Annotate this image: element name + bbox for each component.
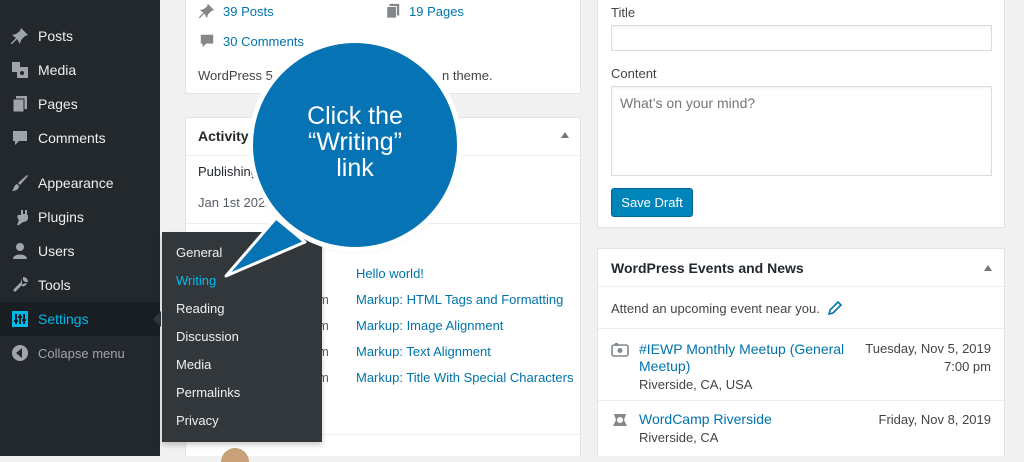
callout-line: “Writing” [308,128,402,156]
callout-text: Click the “Writing” link [280,103,430,181]
callout-line: link [336,154,374,182]
callout-line: Click the [307,102,403,130]
callout-bubble: Click the “Writing” link [253,43,457,247]
callout-pointer [224,216,307,278]
